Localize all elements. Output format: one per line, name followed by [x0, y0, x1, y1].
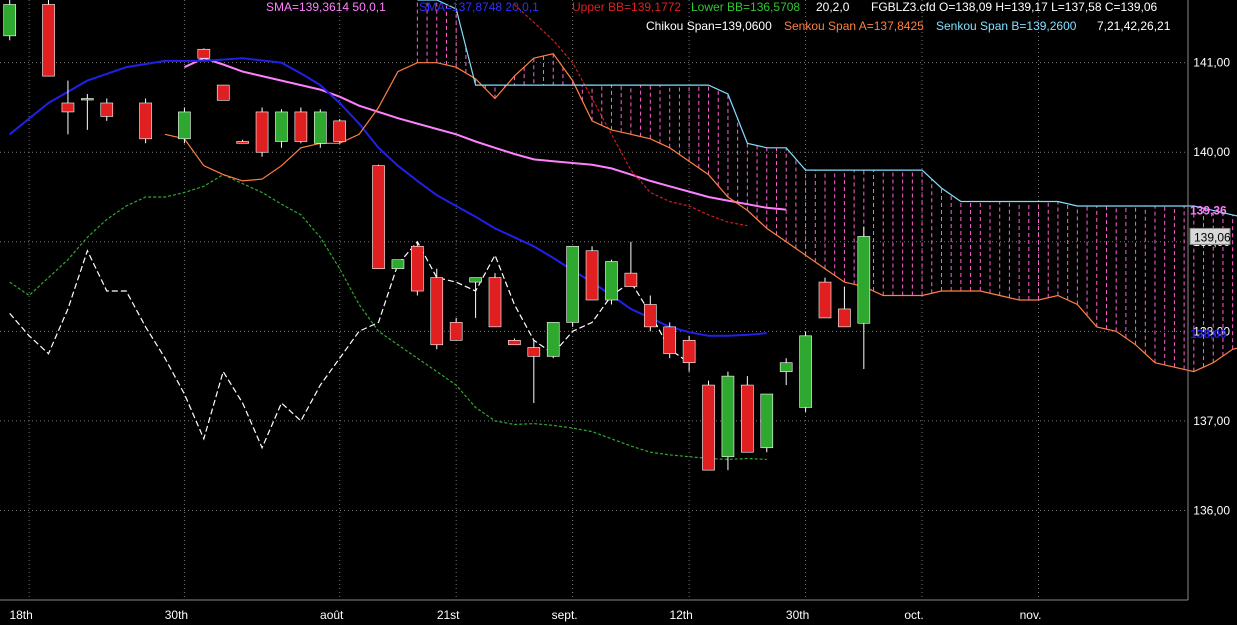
- price-chart[interactable]: 136,00137,00138,00139,00140,00141,00 18t…: [0, 0, 1237, 625]
- candle-body-down: [818, 281, 832, 319]
- candle-body-down: [527, 347, 541, 357]
- candle: [430, 268, 444, 350]
- candle-body-down: [682, 339, 696, 363]
- candle-body-down: [488, 277, 502, 328]
- y-tick-label: 136,00: [1193, 503, 1230, 517]
- candle: [488, 273, 502, 328]
- candle-body-up: [469, 277, 482, 283]
- candle-body-down: [255, 111, 269, 153]
- candle-body-down: [61, 102, 75, 113]
- candle-body-up: [178, 111, 191, 140]
- x-tick-label: 30th: [786, 608, 809, 622]
- candle: [411, 241, 424, 296]
- candle-body-up: [391, 259, 405, 269]
- candle-body-down: [449, 322, 463, 341]
- price-marker-label: 139,06: [1194, 230, 1231, 244]
- candle: [139, 98, 152, 144]
- candle-body-up: [313, 111, 327, 144]
- candle: [546, 322, 560, 359]
- x-tick-label: oct.: [904, 608, 923, 622]
- candle-body-down: [741, 384, 754, 453]
- candle-body-down: [624, 272, 638, 287]
- candle: [605, 259, 618, 305]
- candle: [294, 107, 308, 144]
- candle: [663, 322, 677, 359]
- candle: [42, 0, 55, 77]
- candle: [3, 0, 17, 41]
- candle-body-down: [333, 120, 347, 142]
- candle-body-down: [430, 277, 444, 346]
- candle: [255, 107, 269, 157]
- candle-body-up: [799, 335, 812, 408]
- candle-body-up: [566, 245, 579, 323]
- x-tick-label: 30th: [165, 608, 188, 622]
- candle-body-down: [411, 245, 424, 292]
- candle-body-down: [139, 102, 152, 140]
- candle-body-down: [643, 304, 657, 328]
- price-marker-label: 139,36: [1190, 204, 1227, 218]
- candle-body-down: [216, 84, 230, 101]
- candle-body-up: [546, 322, 560, 357]
- candle-body-up: [760, 393, 774, 449]
- x-tick-label: 18th: [9, 608, 32, 622]
- y-tick-label: 140,00: [1193, 145, 1230, 159]
- candle-body-up: [857, 236, 871, 324]
- x-tick-label: 12th: [669, 608, 692, 622]
- candle-body-down: [838, 308, 851, 328]
- candle: [372, 164, 385, 269]
- candle: [799, 331, 812, 412]
- candle-body-down: [197, 48, 211, 59]
- candle: [333, 119, 347, 144]
- candle-body-down: [42, 4, 55, 77]
- candle: [818, 277, 832, 319]
- candle-body-down: [508, 339, 521, 346]
- candle-body-up: [81, 98, 94, 101]
- y-tick-label: 141,00: [1193, 56, 1230, 70]
- price-marker-label: 138,00: [1190, 327, 1227, 341]
- candle-body-down: [236, 141, 249, 144]
- x-tick-label: 21st: [437, 608, 460, 622]
- candle-body-up: [779, 362, 793, 372]
- candle-body-down: [663, 326, 677, 355]
- y-tick-label: 137,00: [1193, 414, 1230, 428]
- candle: [197, 48, 211, 59]
- candle: [721, 371, 735, 471]
- candle: [216, 84, 230, 101]
- candle: [178, 107, 191, 144]
- x-tick-label: nov.: [1020, 608, 1042, 622]
- candle-body-down: [702, 384, 715, 471]
- candle-body-down: [294, 111, 308, 142]
- candle: [313, 109, 327, 148]
- candle-body-up: [721, 375, 735, 458]
- x-tick-label: août: [320, 608, 344, 622]
- candle: [760, 393, 774, 453]
- candle-body-up: [605, 261, 618, 301]
- candle-body-up: [275, 111, 288, 142]
- candle: [566, 245, 579, 327]
- candle-body-down: [100, 102, 114, 117]
- candle: [585, 246, 599, 301]
- chart-background: [0, 0, 1237, 625]
- candle-body-up: [3, 4, 17, 37]
- candle: [702, 380, 715, 471]
- candle-body-down: [585, 250, 599, 301]
- candle: [391, 259, 405, 269]
- candle: [741, 376, 754, 453]
- x-tick-label: sept.: [552, 608, 578, 622]
- candle-body-down: [372, 165, 385, 269]
